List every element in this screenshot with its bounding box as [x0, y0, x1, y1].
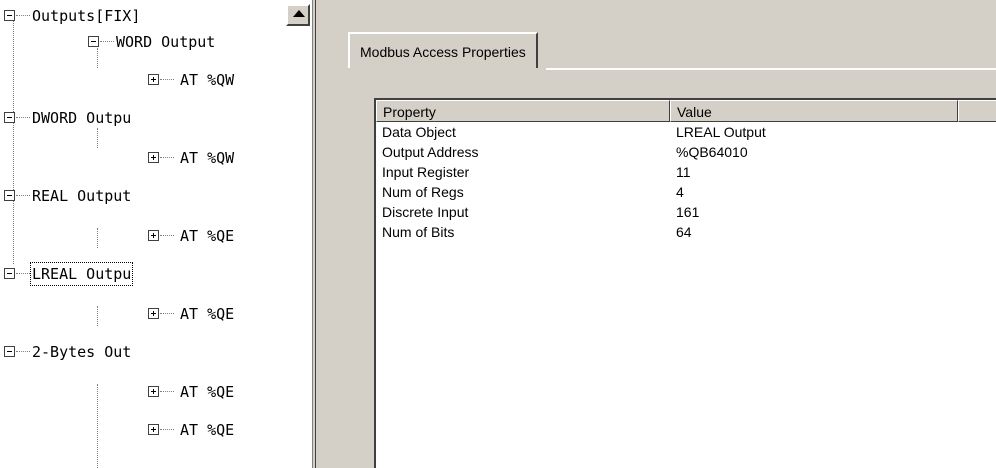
tree-node-word-output[interactable]: WORD Output — [116, 32, 215, 52]
up-arrow-icon — [293, 10, 305, 17]
expand-icon[interactable] — [148, 230, 159, 241]
properties-panel: Modbus Access Properties Property Value … — [316, 0, 996, 468]
column-header-property[interactable]: Property — [376, 100, 670, 122]
table-row[interactable]: Num of Regs 4 — [376, 182, 996, 202]
collapse-icon[interactable] — [88, 36, 99, 47]
tree-node-at-address[interactable]: AT %QW — [180, 70, 234, 90]
property-cell: Num of Bits — [382, 224, 455, 240]
column-header-extra[interactable] — [958, 100, 996, 122]
tree-node-at-address[interactable]: AT %QE — [180, 226, 234, 246]
grid-header: Property Value — [376, 100, 996, 122]
tree-node-lreal-output[interactable]: LREAL Outpu — [29, 262, 134, 286]
table-row[interactable]: Data Object LREAL Output — [376, 122, 996, 142]
tree-connector-lreal — [97, 306, 98, 326]
property-cell: Num of Regs — [382, 184, 464, 200]
tab-strip-line — [546, 68, 996, 70]
value-cell: %QB64010 — [676, 144, 748, 160]
table-row[interactable]: Output Address %QB64010 — [376, 142, 996, 162]
grid-rows: Data Object LREAL Output Output Address … — [376, 122, 996, 242]
tree-view[interactable]: Outputs[FIX] WORD Output AT %QW DWORD Ou… — [0, 0, 312, 468]
collapse-icon[interactable] — [4, 346, 15, 357]
value-cell: 4 — [676, 184, 684, 200]
collapse-icon[interactable] — [4, 10, 15, 21]
collapse-icon[interactable] — [4, 112, 15, 123]
table-row[interactable]: Num of Bits 64 — [376, 222, 996, 242]
expand-icon[interactable] — [148, 386, 159, 397]
tree-node-at-address[interactable]: AT %QE — [180, 382, 234, 402]
property-cell: Discrete Input — [382, 204, 469, 220]
tree-node-dword-output[interactable]: DWORD Outpu — [32, 108, 131, 128]
tree-node-real-output[interactable]: REAL Output — [32, 186, 131, 206]
tree-node-outputs[interactable]: Outputs[FIX] — [32, 6, 140, 26]
value-cell: LREAL Output — [676, 124, 766, 140]
scroll-up-button[interactable] — [286, 4, 310, 26]
value-cell: 64 — [676, 224, 692, 240]
table-row[interactable]: Discrete Input 161 — [376, 202, 996, 222]
expand-icon[interactable] — [148, 424, 159, 435]
properties-grid[interactable]: Property Value Data Object LREAL Output … — [374, 98, 996, 468]
property-cell: Input Register — [382, 164, 470, 180]
tree-connector-real — [97, 228, 98, 248]
tree-connector-word — [97, 48, 98, 68]
property-cell: Output Address — [382, 144, 479, 160]
column-header-value[interactable]: Value — [670, 100, 958, 122]
collapse-icon[interactable] — [4, 268, 15, 279]
tree-node-at-address[interactable]: AT %QE — [180, 304, 234, 324]
collapse-icon[interactable] — [4, 190, 15, 201]
tree-connector-2bytes — [97, 384, 98, 468]
table-row[interactable]: Input Register 11 — [376, 162, 996, 182]
tree-connector-root — [13, 20, 14, 264]
expand-icon[interactable] — [148, 74, 159, 85]
tab-modbus-access-properties[interactable]: Modbus Access Properties — [348, 32, 538, 68]
expand-icon[interactable] — [148, 152, 159, 163]
value-cell: 11 — [676, 164, 691, 180]
tree-node-at-address[interactable]: AT %QW — [180, 148, 234, 168]
tree-connector-dword — [97, 128, 98, 148]
value-cell: 161 — [676, 204, 700, 220]
tree-node-2-bytes-output[interactable]: 2-Bytes Out — [32, 342, 131, 362]
expand-icon[interactable] — [148, 308, 159, 319]
property-cell: Data Object — [382, 124, 456, 140]
tree-node-at-address[interactable]: AT %QE — [180, 420, 234, 440]
